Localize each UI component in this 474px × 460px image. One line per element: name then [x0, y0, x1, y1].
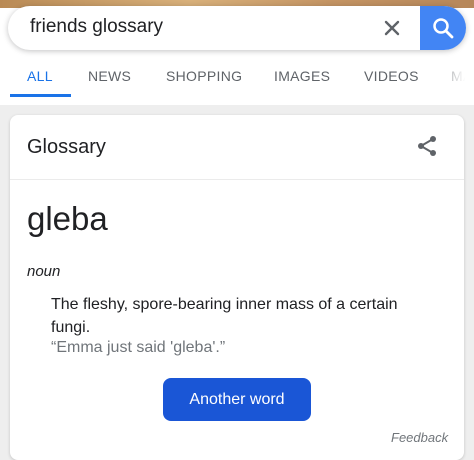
card-header: Glossary: [10, 115, 464, 180]
search-bar[interactable]: friends glossary: [8, 6, 466, 50]
feedback-link[interactable]: Feedback: [391, 430, 448, 445]
search-results-page: friends glossary ALL NEWS SHOPPING IMAGE…: [0, 0, 474, 460]
tabs-fade-overlay: [430, 60, 474, 98]
glossary-card: Glossary gleba noun The fleshy, spore-be…: [10, 115, 464, 460]
part-of-speech: noun: [27, 263, 61, 280]
header: friends glossary ALL NEWS SHOPPING IMAGE…: [0, 0, 474, 105]
glossary-word: gleba: [27, 200, 108, 237]
tab-images[interactable]: IMAGES: [274, 68, 330, 84]
search-input[interactable]: friends glossary: [30, 16, 163, 38]
active-tab-indicator: [10, 94, 71, 97]
search-icon: [433, 18, 454, 39]
search-button[interactable]: [420, 6, 466, 50]
another-word-button[interactable]: Another word: [163, 378, 311, 421]
card-title: Glossary: [27, 136, 106, 158]
tab-videos[interactable]: VIDEOS: [364, 68, 419, 84]
tab-all[interactable]: ALL: [27, 68, 53, 84]
clear-search-button[interactable]: [376, 12, 408, 44]
definition-text: The fleshy, spore-bearing inner mass of …: [51, 296, 398, 336]
share-button[interactable]: [412, 131, 442, 161]
close-icon: [384, 20, 400, 36]
tab-news[interactable]: NEWS: [88, 68, 131, 84]
example-quote: “Emma just said 'gleba'.”: [51, 339, 226, 356]
tab-shopping[interactable]: SHOPPING: [166, 68, 242, 84]
search-tabs: ALL NEWS SHOPPING IMAGES VIDEOS MA: [0, 60, 474, 98]
share-icon: [418, 136, 436, 156]
